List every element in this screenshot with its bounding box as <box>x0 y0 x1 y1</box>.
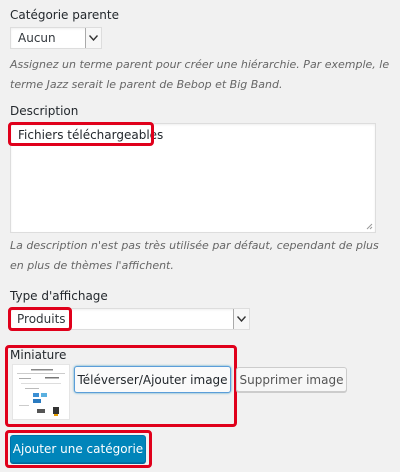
add-category-button[interactable]: Ajouter une catégorie <box>10 435 146 463</box>
thumbnail-label: Miniature <box>10 348 67 362</box>
remove-image-button[interactable]: Supprimer image <box>236 367 347 392</box>
description-value: Fichiers téléchargeables <box>18 128 164 142</box>
display-type-value: Produits <box>17 312 66 326</box>
parent-category-help: Assignez un terme parent pour créer une … <box>10 58 390 91</box>
chevron-down-icon <box>85 28 101 48</box>
description-help: La description n'est pas très utilisée p… <box>10 239 379 272</box>
resize-handle-icon[interactable] <box>366 223 373 230</box>
thumbnail-image <box>12 364 70 420</box>
parent-category-select[interactable]: Aucun <box>10 27 102 49</box>
display-type-select[interactable]: Produits <box>10 308 250 330</box>
chevron-down-icon <box>233 309 249 329</box>
document-preview-icon <box>13 365 69 419</box>
parent-category-value: Aucun <box>18 31 56 45</box>
display-type-label: Type d'affichage <box>10 289 108 303</box>
upload-image-button[interactable]: Téléverser/Ajouter image <box>74 366 231 393</box>
parent-category-label: Catégorie parente <box>10 8 119 22</box>
description-label: Description <box>10 104 79 118</box>
